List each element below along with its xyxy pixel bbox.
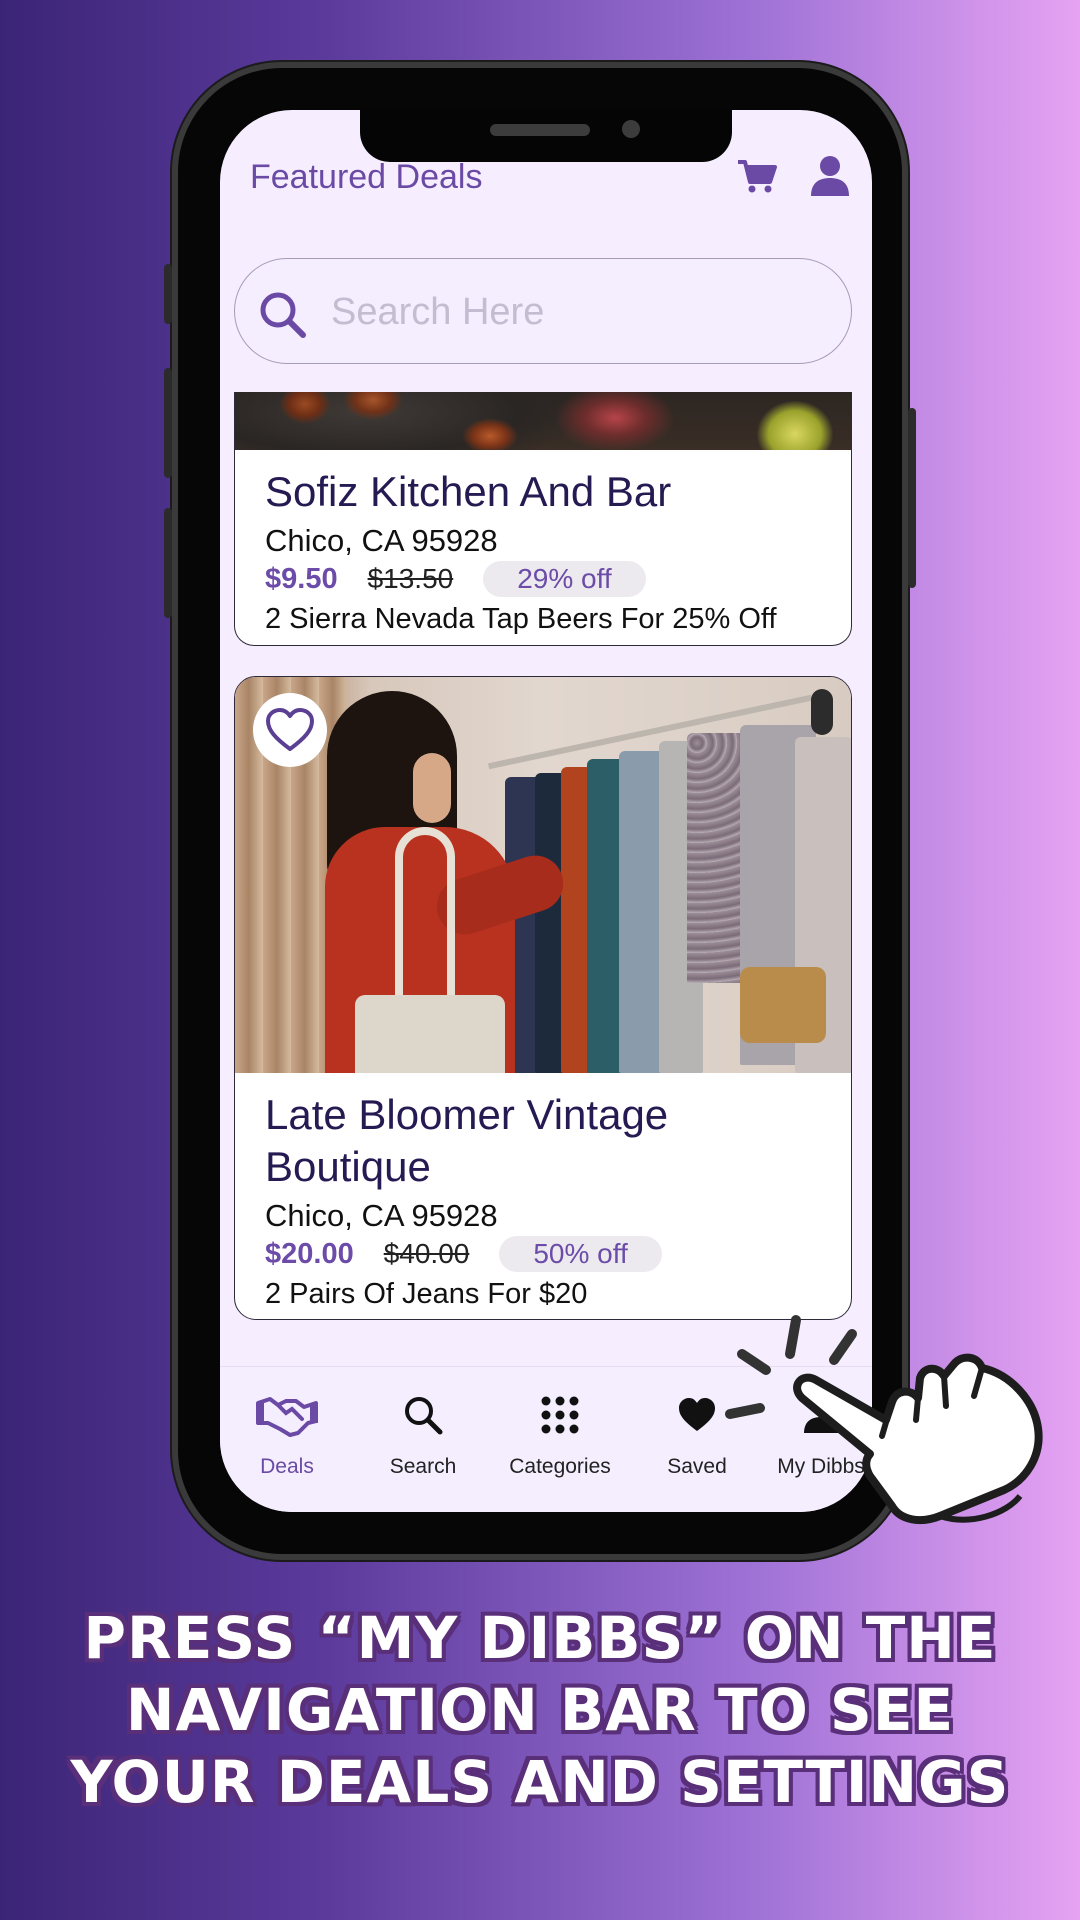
nav-label: Search (389, 1455, 457, 1478)
deal-price-row: $9.50 $13.50 29% off (265, 560, 827, 598)
phone-volume-up (164, 368, 172, 478)
pointing-hand-icon (725, 1315, 1043, 1525)
deal-description: 2 Sierra Nevada Tap Beers For 25% Off (265, 603, 777, 635)
deal-price: $20.00 (265, 1237, 354, 1270)
nav-item-search[interactable]: Search (358, 1387, 488, 1479)
favorite-button[interactable] (253, 693, 327, 767)
handshake-icon (256, 1397, 318, 1437)
deal-business-name-line2: Boutique (265, 1143, 431, 1190)
phone-side-button (164, 264, 172, 324)
deal-info: Late Bloomer Vintage Boutique Chico, CA … (265, 1089, 827, 1313)
caption-line: PRESS “MY DIBBS” ON THE (83, 1604, 997, 1672)
deal-card[interactable]: Late Bloomer Vintage Boutique Chico, CA … (234, 676, 852, 1320)
front-camera (622, 120, 640, 138)
grid-icon (541, 1396, 579, 1434)
phone-power-button (908, 408, 916, 588)
heart-icon (679, 1398, 715, 1431)
deal-price-row: $20.00 $40.00 50% off (265, 1235, 827, 1273)
deal-business-name: Sofiz Kitchen And Bar (265, 468, 672, 515)
instruction-caption: PRESS “MY DIBBS” ON THE NAVIGATION BAR T… (60, 1602, 1020, 1818)
search-icon (405, 1397, 443, 1435)
speaker-grille (490, 124, 590, 136)
deal-business-name-line1: Late Bloomer Vintage (265, 1091, 669, 1138)
deal-image (235, 392, 851, 450)
phone-notch (360, 110, 732, 162)
cart-icon[interactable] (736, 154, 780, 198)
profile-icon[interactable] (808, 154, 852, 198)
deal-info: Sofiz Kitchen And Bar Chico, CA 95928 $9… (265, 466, 827, 638)
heart-outline-icon (266, 708, 314, 751)
deal-image (235, 677, 851, 1073)
deal-description: 2 Pairs Of Jeans For $20 (265, 1278, 588, 1310)
search-icon (260, 292, 306, 338)
deal-location: Chico, CA 95928 (265, 523, 498, 558)
caption-line: NAVIGATION BAR TO SEE (125, 1676, 955, 1744)
search-input[interactable] (331, 287, 811, 337)
image-indicator (811, 689, 833, 735)
nav-item-deals[interactable]: Deals (222, 1387, 352, 1479)
deal-original-price: $40.00 (383, 1238, 470, 1269)
search-bar[interactable] (234, 258, 852, 364)
page-title: Featured Deals (250, 158, 483, 196)
deal-price: $9.50 (265, 562, 338, 595)
app-screen: Featured Deals Sofiz Kitchen And Bar Chi… (220, 110, 872, 1512)
discount-badge: 50% off (499, 1236, 662, 1272)
deal-business-name: Late Bloomer Vintage Boutique (265, 1089, 827, 1193)
nav-label: Deals (260, 1455, 314, 1478)
phone-volume-down (164, 508, 172, 618)
caption-line: YOUR DEALS AND SETTINGS (70, 1748, 1010, 1816)
discount-badge: 29% off (483, 561, 646, 597)
nav-item-categories[interactable]: Categories (495, 1387, 625, 1479)
nav-label: Categories (509, 1455, 611, 1478)
deal-original-price: $13.50 (367, 563, 454, 594)
deal-location: Chico, CA 95928 (265, 1198, 498, 1233)
deal-card[interactable]: Sofiz Kitchen And Bar Chico, CA 95928 $9… (234, 392, 852, 646)
